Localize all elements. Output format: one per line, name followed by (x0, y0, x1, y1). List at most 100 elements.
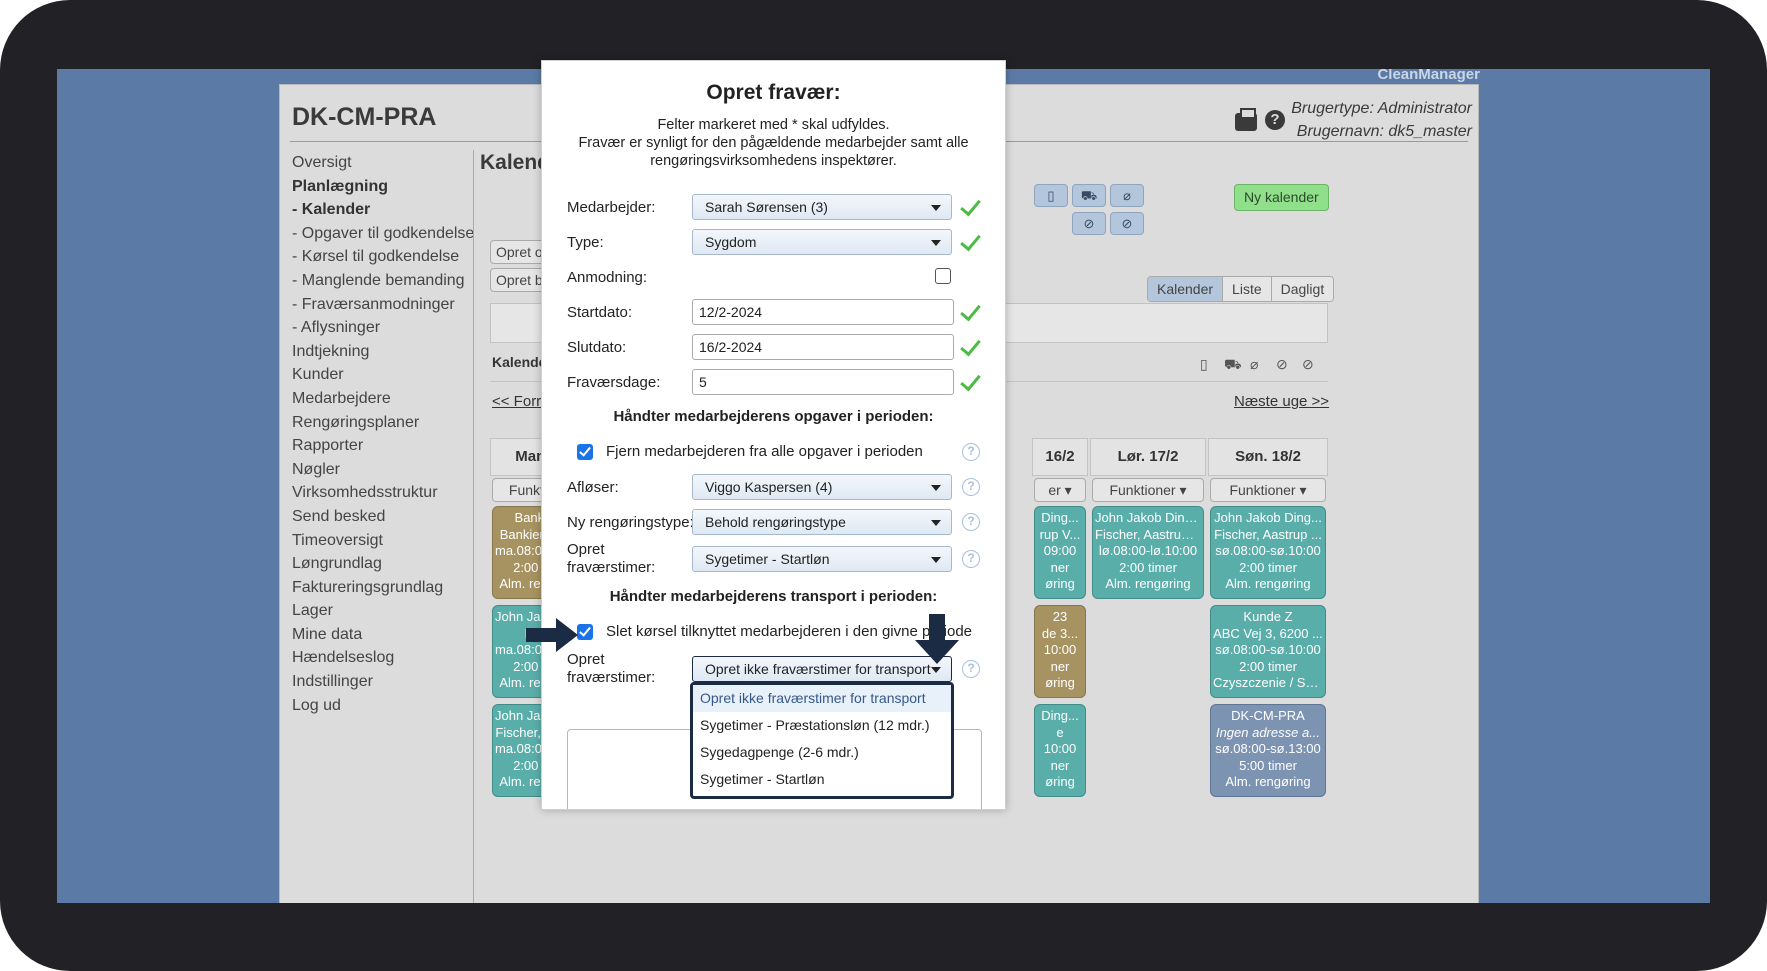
sidebar-item-send-besked[interactable]: Send besked (292, 505, 472, 529)
help-icon[interactable]: ? (962, 513, 980, 531)
sidebar-item-planlaegning[interactable]: Planlægning (292, 175, 472, 199)
dropdown-option[interactable]: Sygetimer - Startløn (693, 766, 951, 793)
type-label: Type: (567, 234, 604, 251)
functions-dropdown-sat[interactable]: Funktioner ▾ (1092, 478, 1204, 502)
sidebar-item-rapporter[interactable]: Rapporter (292, 434, 472, 458)
sidebar-item-opgaver-godkendelse[interactable]: - Opgaver til godkendelse (292, 222, 474, 246)
functions-dropdown-sun[interactable]: Funktioner ▾ (1210, 478, 1326, 502)
transport-section-title: Håndter medarbejderens transport i perio… (609, 588, 938, 605)
valid-check-icon (958, 335, 980, 357)
dialog-subtitle: Felter markeret med * skal udfyldes. Fra… (578, 117, 969, 169)
dropdown-option[interactable]: Sygetimer - Præstationsløn (12 mdr.) (693, 712, 951, 739)
no-entry-icon[interactable]: ⌀ (1110, 184, 1144, 207)
employee-select[interactable]: Sarah Sørensen (3) (692, 194, 952, 220)
calendar-event[interactable]: John Jakob Ding... Fischer, Aastrup ... lø… (1092, 506, 1204, 599)
no-entry-small-icon[interactable]: ⌀ (1250, 356, 1258, 373)
pointer-arrow-right-icon (526, 618, 578, 652)
sidebar-item-rengoringsplaner[interactable]: Rengøringsplaner (292, 411, 472, 435)
help-icon[interactable]: ? (962, 443, 980, 461)
document-icon[interactable]: ▯ (1034, 184, 1068, 207)
valid-check-icon (958, 195, 980, 217)
calendar-event[interactable]: 23 de 3... 10:00 ner øring (1034, 605, 1086, 698)
sidebar-item-lager[interactable]: Lager (292, 599, 472, 623)
calendar-event[interactable]: DK-CM-PRA Ingen adresse a... sø.08:00-sø.1… (1210, 704, 1326, 797)
help-icon[interactable]: ? (962, 550, 980, 568)
calendar-event[interactable]: John Jakob Ding... Fischer, Aastrup ... sø… (1210, 506, 1326, 599)
document-small-icon[interactable]: ▯ (1200, 356, 1208, 373)
substitute-label: Afløser: (567, 479, 619, 496)
dialog-title: Opret fravær: (706, 81, 841, 104)
substitute-select[interactable]: Viggo Kaspersen (4) (692, 474, 952, 500)
day-header-fri: 16/2 (1032, 438, 1088, 476)
sidebar-item-medarbejdere[interactable]: Medarbejdere (292, 387, 472, 411)
calendar-event[interactable]: Kunde Z ABC Vej 3, 6200 ... sø.08:00-sø.10… (1210, 605, 1326, 698)
sidebar-item-longrundlag[interactable]: Løngrundlag (292, 552, 472, 576)
sidebar-item-oversigt[interactable]: Oversigt (292, 151, 472, 175)
absence-hours-label: Opret fraværstimer: (567, 541, 656, 576)
sidebar-item-indstillinger[interactable]: Indstillinger (292, 670, 472, 694)
new-calendar-button[interactable]: Ny kalender (1234, 184, 1329, 211)
absence-days-input[interactable]: 5 (692, 369, 954, 395)
app-title: DK-CM-PRA (292, 103, 437, 131)
day-header-sun: Søn. 18/2 (1208, 438, 1328, 476)
help-icon[interactable]: ? (962, 478, 980, 496)
dropdown-option[interactable]: Opret ikke fraværstimer for transport (693, 685, 951, 712)
car-icon[interactable]: ⛟ (1072, 184, 1106, 207)
sidebar-item-haendelseslog[interactable]: Hændelseslog (292, 646, 472, 670)
no-person-small-icon[interactable]: ⊘ (1276, 356, 1288, 373)
brand-label: CleanManager (1377, 69, 1480, 83)
sidebar-divider (473, 150, 474, 903)
remove-from-tasks-label: Fjern medarbejderen fra alle opgaver i p… (606, 443, 923, 460)
valid-check-icon (958, 370, 980, 392)
sidebar-item-korsel-godkendelse[interactable]: - Kørsel til godkendelse (292, 245, 472, 269)
help-icon[interactable]: ? (962, 660, 980, 678)
dropdown-option[interactable]: Sygedagpenge (2-6 mdr.) (693, 739, 951, 766)
sidebar-item-mine-data[interactable]: Mine data (292, 623, 472, 647)
transport-hours-select[interactable]: Opret ikke fraværstimer for transport (692, 656, 952, 682)
sidebar-item-nogler[interactable]: Nøgler (292, 458, 472, 482)
tab-liste[interactable]: Liste (1222, 277, 1271, 301)
car-small-icon[interactable]: ⛟ (1224, 356, 1242, 375)
start-date-label: Startdato: (567, 304, 633, 321)
calendar-event[interactable]: Ding... e 10:00 ner øring (1034, 704, 1086, 797)
request-label: Anmodning: (567, 269, 648, 286)
employee-label: Medarbejder: (567, 199, 656, 216)
view-tabs: Kalender Liste Dagligt (1147, 276, 1335, 302)
end-date-input[interactable]: 16/2-2024 (692, 334, 954, 360)
sidebar-item-manglende-bemanding[interactable]: - Manglende bemanding (292, 269, 472, 293)
tab-dagligt[interactable]: Dagligt (1270, 277, 1334, 301)
user-type: Brugertype: Administrator (1291, 100, 1472, 117)
no-broom-small-icon[interactable]: ⊘ (1302, 356, 1314, 373)
sidebar-item-virksomhedsstruktur[interactable]: Virksomhedsstruktur (292, 481, 472, 505)
no-person-icon[interactable]: ⊘ (1072, 212, 1106, 235)
valid-check-icon (958, 230, 980, 252)
user-name: Brugernavn: dk5_master (1296, 123, 1472, 140)
transport-hours-dropdown: Opret ikke fraværstimer for transport Sy… (690, 682, 954, 799)
help-icon[interactable]: ? (1265, 110, 1285, 130)
next-week-link[interactable]: Næste uge >> (1234, 393, 1329, 410)
sidebar-item-fravaersanmodninger[interactable]: - Fraværsanmodninger (292, 293, 472, 317)
absence-hours-select[interactable]: Sygetimer - Startløn (692, 546, 952, 572)
no-broom-icon[interactable]: ⊘ (1110, 212, 1144, 235)
request-checkbox[interactable] (935, 268, 951, 284)
tab-kalender[interactable]: Kalender (1148, 277, 1223, 301)
cleaning-type-select[interactable]: Behold rengøringstype (692, 509, 952, 535)
sidebar-item-kalender[interactable]: - Kalender (292, 198, 472, 222)
tasks-section-title: Håndter medarbejderens opgaver i periode… (613, 408, 934, 425)
sidebar-item-indtjekning[interactable]: Indtjekning (292, 340, 472, 364)
sidebar-item-aflysninger[interactable]: - Aflysninger (292, 316, 472, 340)
sidebar-item-kunder[interactable]: Kunder (292, 363, 472, 387)
sidebar-item-log-ud[interactable]: Log ud (292, 694, 472, 718)
cleaning-type-label: Ny rengøringstype: (567, 514, 694, 531)
valid-check-icon (958, 300, 980, 322)
absence-days-label: Fraværsdage: (567, 374, 661, 391)
remove-from-tasks-checkbox[interactable] (577, 444, 593, 460)
functions-dropdown-fri[interactable]: er ▾ (1034, 478, 1086, 502)
start-date-input[interactable]: 12/2-2024 (692, 299, 954, 325)
calendar-event[interactable]: Ding... rup V... 09:00 ner øring (1034, 506, 1086, 599)
sidebar-item-faktureringsgrundlag[interactable]: Faktureringsgrundlag (292, 576, 472, 600)
sidebar-item-timeoversigt[interactable]: Timeoversigt (292, 529, 472, 553)
print-icon[interactable] (1235, 108, 1257, 131)
delete-transport-checkbox[interactable] (577, 624, 593, 640)
type-select[interactable]: Sygdom (692, 229, 952, 255)
